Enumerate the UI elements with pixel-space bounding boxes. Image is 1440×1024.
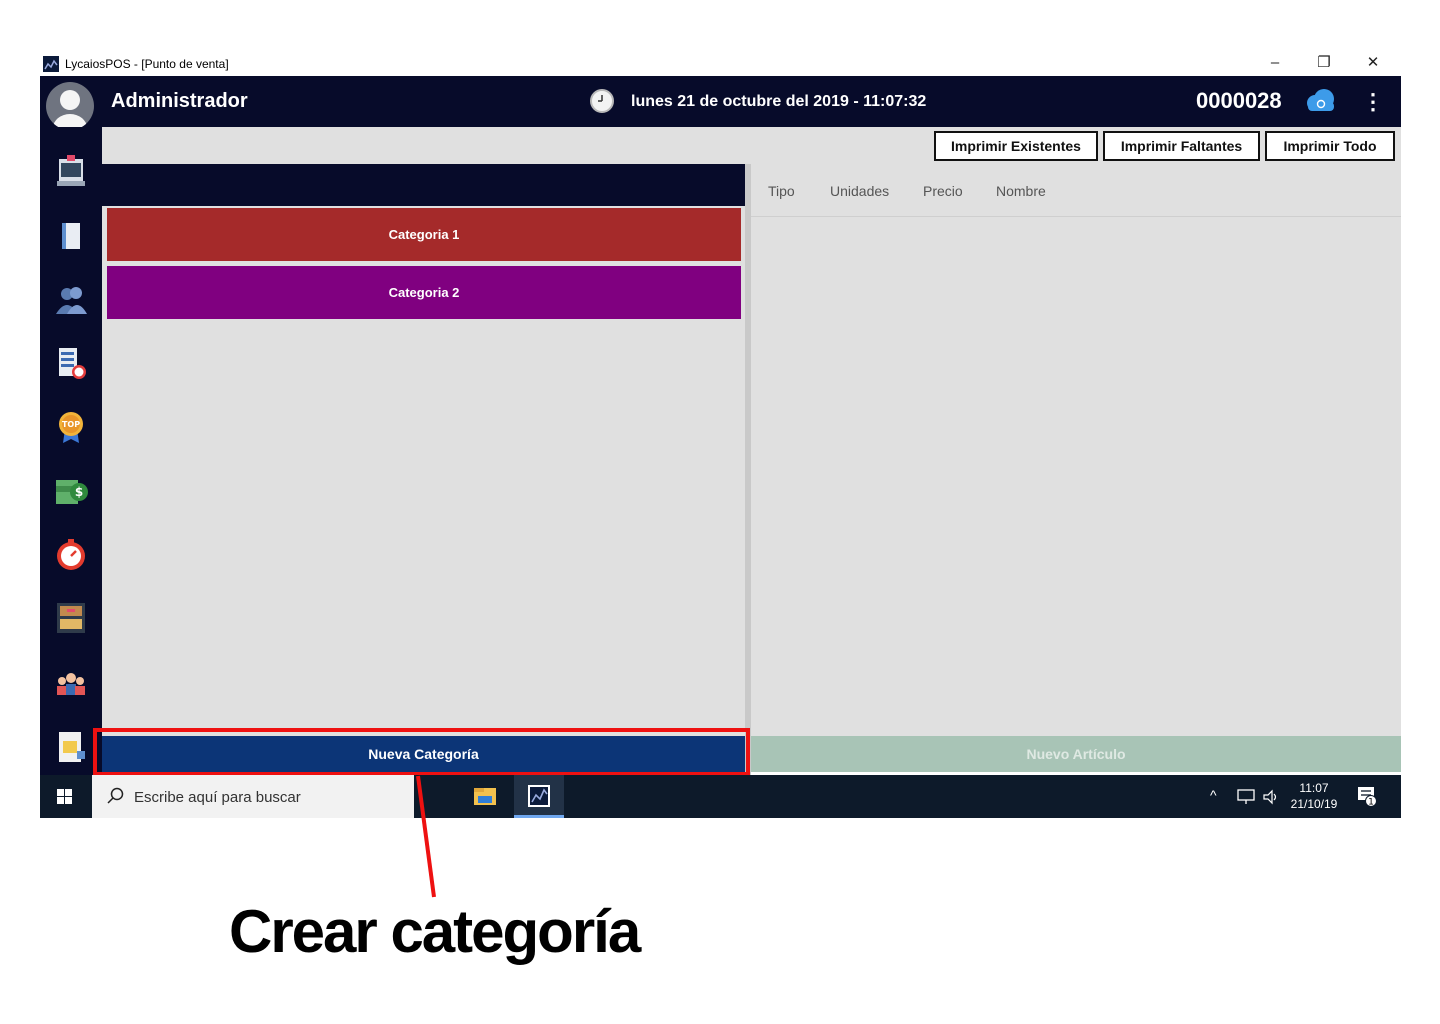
annotation-caption: Crear categoría xyxy=(229,898,641,965)
callout-line xyxy=(416,775,436,898)
